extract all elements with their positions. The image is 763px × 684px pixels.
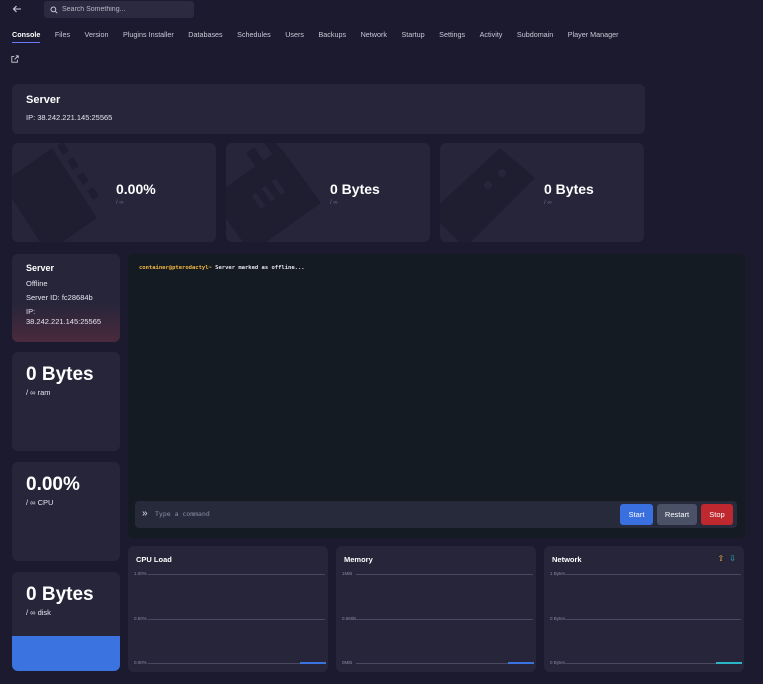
memory-stat-value: 0 Bytes [330,181,380,197]
memory-graph-line [508,662,534,664]
command-input[interactable] [155,508,595,520]
memory-stick-icon [226,143,321,242]
stop-button[interactable]: Stop [701,504,733,525]
grid-line [356,619,533,620]
tab-player-manager[interactable]: Player Manager [568,30,619,44]
ram-usage-value: 0 Bytes [26,364,94,385]
disk-usage-fill [12,636,120,671]
cpu-chip-icon [12,143,99,242]
cpu-stat-value: 0.00% [116,181,156,197]
network-graph: Network ⇧ ⇩ 1 Bytes 0 Bytes 0 Bytes [544,546,744,672]
status-title: Server [26,263,55,273]
disk-stat-limit: / ∞ [544,200,552,206]
back-arrow-icon[interactable] [10,3,24,17]
disk-stat-value: 0 Bytes [544,181,594,197]
tab-plugins-installer[interactable]: Plugins Installer [123,30,174,44]
search-input[interactable] [62,6,182,13]
grid-line [148,663,325,664]
tab-startup[interactable]: Startup [401,30,424,44]
console-message: Server marked as offline... [211,265,305,271]
top-bar [0,0,763,22]
status-server-id: Server ID: fc28684b [26,293,93,302]
cpu-graph-line [300,662,326,664]
memory-graph-title: Memory [344,555,373,564]
tab-activity[interactable]: Activity [480,30,503,44]
disk-stat-card: 0 Bytes / ∞ [440,143,644,242]
server-status-card: Server Offline Server ID: fc28684b IP: 3… [12,254,120,342]
network-graph-line [716,662,742,664]
memory-stat-card: 0 Bytes / ∞ [226,143,430,242]
cpu-load-graph: CPU Load 1.00% 0.50% 0.00% [128,546,328,672]
cpu-graph-tick-mid: 0.50% [134,616,147,621]
nav-tabs: Console Files Version Plugins Installer … [12,30,633,44]
search-icon [50,5,58,14]
start-button[interactable]: Start [620,504,653,525]
disk-usage-limit: / ∞ disk [26,608,51,617]
grid-line [564,574,741,575]
memory-graph-tick-mid: 0.5MiB [342,616,357,621]
cpu-stat-limit: / ∞ [116,200,124,206]
server-ip: IP: 38.242.221.145:25565 [26,113,113,122]
download-icon: ⇩ [729,554,736,563]
memory-graph: Memory 1MiB 0.5MiB 0MiB [336,546,536,672]
grid-line [564,663,741,664]
ram-usage-card: 0 Bytes / ∞ ram [12,352,120,451]
cpu-usage-card: 0.00% / ∞ CPU [12,462,120,561]
chevrons-right-icon: » [142,508,148,519]
cpu-usage-value: 0.00% [26,474,80,495]
network-graph-tick-top: 1 Bytes [550,571,566,576]
status-ip: 38.242.221.145:25565 [26,317,102,326]
tab-console[interactable]: Console [12,30,41,44]
restart-button[interactable]: Restart [657,504,697,525]
server-info-card: Server IP: 38.242.221.145:25565 [12,84,645,134]
tab-users[interactable]: Users [285,30,304,44]
cpu-stat-card: 0.00% / ∞ [12,143,216,242]
cpu-graph-tick-bottom: 0.00% [134,660,147,665]
server-title: Server [26,94,61,106]
memory-graph-tick-top: 1MiB [342,571,353,576]
external-link-icon[interactable] [11,50,19,63]
tab-settings[interactable]: Settings [439,30,465,44]
console-prompt: container@pterodactyl~ [139,265,212,271]
cpu-graph-title: CPU Load [136,555,172,564]
ram-usage-limit: / ∞ ram [26,388,51,397]
network-legend: ⇧ ⇩ [713,555,736,563]
memory-graph-tick-bottom: 0MiB [342,660,353,665]
status-state: Offline [26,279,48,288]
hard-drive-icon [440,148,535,242]
network-graph-tick-mid: 0 Bytes [550,616,566,621]
tab-schedules[interactable]: Schedules [237,30,271,44]
tab-subdomain[interactable]: Subdomain [517,30,553,44]
console-panel: container@pterodactyl~ Server marked as … [128,254,745,538]
disk-usage-card: 0 Bytes / ∞ disk [12,572,120,671]
grid-line [356,663,533,664]
disk-usage-value: 0 Bytes [26,584,94,605]
tab-databases[interactable]: Databases [188,30,222,44]
grid-line [148,619,325,620]
memory-stat-limit: / ∞ [330,200,338,206]
grid-line [356,574,533,575]
tab-files[interactable]: Files [55,30,70,44]
cpu-usage-limit: / ∞ CPU [26,498,54,507]
grid-line [148,574,325,575]
console-output-line: container@pterodactyl~ Server marked as … [139,265,305,271]
status-ip-label: IP: [26,307,36,316]
search-box[interactable] [44,1,194,18]
tab-network[interactable]: Network [361,30,387,44]
cpu-graph-tick-top: 1.00% [134,571,147,576]
upload-icon: ⇧ [717,554,725,563]
tab-backups[interactable]: Backups [319,30,347,44]
network-graph-title: Network [552,555,582,564]
command-bar: » Start Restart Stop [135,501,737,528]
network-graph-tick-bottom: 0 Bytes [550,660,566,665]
grid-line [564,619,741,620]
tab-version[interactable]: Version [85,30,109,44]
